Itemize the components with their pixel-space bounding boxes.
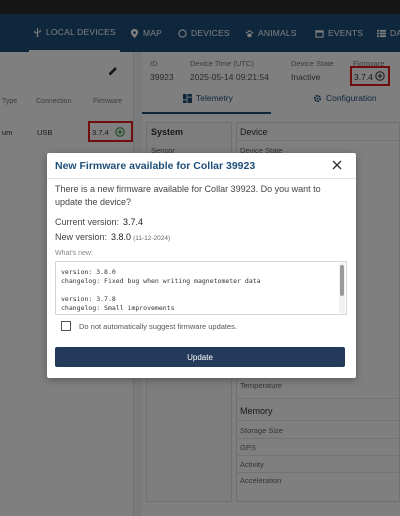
update-button[interactable]: Update (55, 347, 345, 367)
close-icon[interactable] (331, 159, 343, 171)
changelog-scrollbar[interactable] (339, 263, 345, 313)
suppress-updates-checkbox[interactable] (61, 321, 71, 331)
dialog-divider (47, 178, 356, 179)
suppress-updates-label[interactable]: Do not automatically suggest firmware up… (79, 322, 237, 331)
changelog-box[interactable]: version: 3.8.0 changelog: Fixed bug when… (55, 261, 347, 315)
update-button-label: Update (187, 352, 213, 362)
changelog-text: version: 3.8.0 changelog: Fixed bug when… (61, 268, 261, 312)
current-version-label: Current version: (55, 217, 120, 227)
new-version-row: New version: 3.8.0 (11-12-2024) (55, 232, 170, 242)
current-version-value: 3.7.4 (123, 217, 144, 227)
dialog-title: New Firmware available for Collar 39923 (55, 160, 256, 172)
scrollbar-thumb[interactable] (340, 265, 344, 296)
new-version-date: (11-12-2024) (133, 235, 171, 242)
new-version-value: 3.8.0 (111, 232, 132, 242)
dialog-description: There is a new firmware available for Co… (55, 184, 321, 207)
whats-new-label: What's new: (55, 250, 93, 257)
firmware-update-dialog: New Firmware available for Collar 39923 … (47, 153, 356, 378)
current-version-row: Current version: 3.7.4 (55, 217, 143, 227)
new-version-label: New version: (55, 232, 108, 242)
